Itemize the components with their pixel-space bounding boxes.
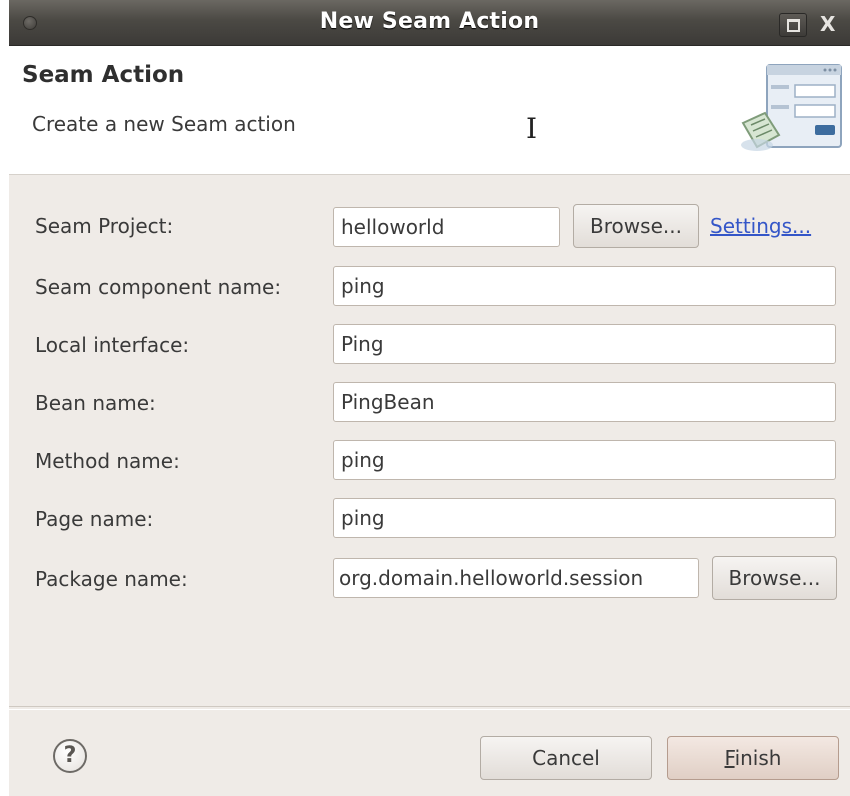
local-interface-label: Local interface: xyxy=(35,333,190,357)
cancel-button[interactable]: Cancel xyxy=(480,736,652,780)
close-button[interactable]: X xyxy=(812,13,850,35)
settings-link[interactable]: Settings... xyxy=(710,214,811,238)
text-cursor-icon: I xyxy=(526,112,538,145)
component-name-field[interactable]: ping xyxy=(333,266,836,306)
method-name-field[interactable]: ping xyxy=(333,440,836,480)
seam-project-label: Seam Project: xyxy=(35,214,174,238)
package-name-field[interactable]: org.domain.helloworld.session xyxy=(333,558,699,598)
package-browse-button[interactable]: Browse... xyxy=(712,556,837,600)
method-name-label: Method name: xyxy=(35,449,180,473)
page-name-label: Page name: xyxy=(35,507,154,531)
finish-mnemonic: F xyxy=(724,746,735,770)
seam-project-browse-button[interactable]: Browse... xyxy=(573,204,699,248)
local-interface-field[interactable]: Ping xyxy=(333,324,836,364)
component-name-label: Seam component name: xyxy=(35,275,282,299)
bean-name-field[interactable]: PingBean xyxy=(333,382,836,422)
wizard-header: Seam Action Create a new Seam action I xyxy=(9,46,850,175)
finish-label: inish xyxy=(734,746,782,770)
bean-name-label: Bean name: xyxy=(35,391,156,415)
window-title: New Seam Action xyxy=(319,9,540,34)
help-button[interactable]: ? xyxy=(53,739,87,773)
seam-project-field[interactable]: helloworld xyxy=(333,207,560,247)
wizard-banner-icon xyxy=(741,64,842,151)
title-bar[interactable]: New Seam Action X xyxy=(9,0,850,46)
page-title: Seam Action xyxy=(22,62,185,88)
package-name-label: Package name: xyxy=(35,567,188,591)
page-description: Create a new Seam action xyxy=(32,112,296,136)
maximize-icon xyxy=(787,19,800,32)
footer-separator xyxy=(9,706,850,710)
finish-button[interactable]: Finish xyxy=(667,736,839,780)
maximize-button[interactable] xyxy=(779,13,807,37)
new-seam-action-dialog: New Seam Action X Seam Action Create a n… xyxy=(9,0,850,796)
page-name-field[interactable]: ping xyxy=(333,498,836,538)
